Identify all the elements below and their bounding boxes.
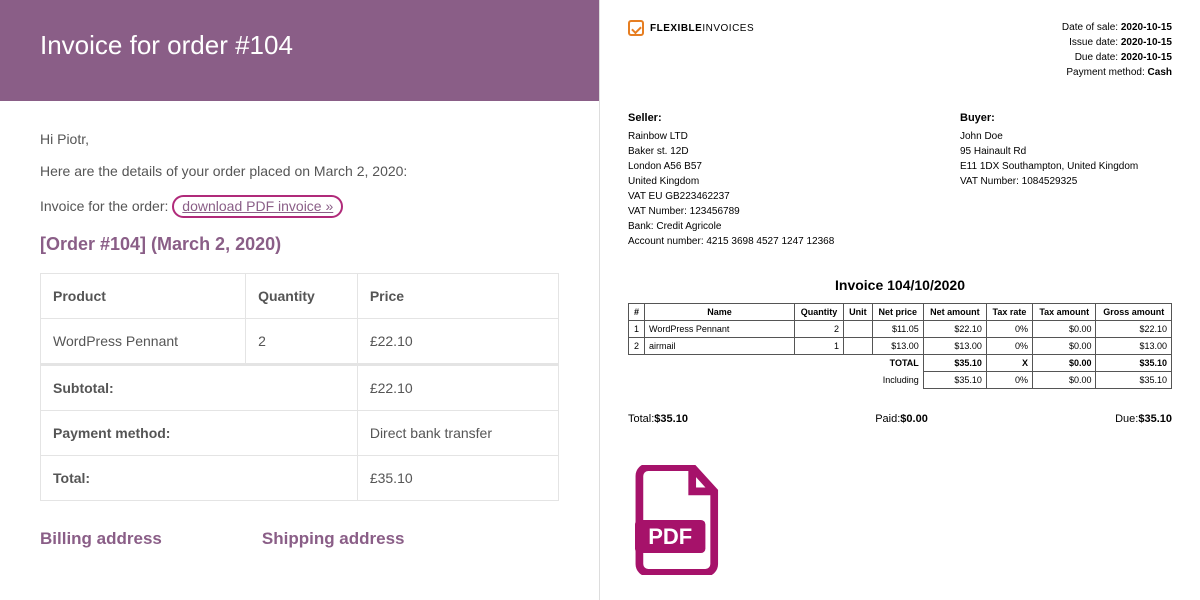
total-value: £35.10: [357, 456, 558, 501]
col-product: Product: [41, 274, 246, 319]
invoice-document: FLEXIBLEINVOICES Date of sale: 2020-10-1…: [600, 0, 1200, 600]
table-header-row: Product Quantity Price: [41, 274, 559, 319]
table-row: WordPress Pennant 2 £22.10: [41, 319, 559, 365]
greeting: Hi Piotr,: [40, 131, 559, 147]
summary-total: Total:$35.10: [628, 413, 688, 425]
parties: Seller: Rainbow LTD Baker st. 12D London…: [628, 110, 1172, 249]
invoice-for-label: Invoice for the order:: [40, 198, 168, 214]
summary-due: Due:$35.10: [1115, 413, 1172, 425]
cell-price: £22.10: [357, 319, 558, 365]
billing-heading: Billing address: [40, 529, 162, 549]
summary-paid: Paid:$0.00: [875, 413, 928, 425]
buyer-block: Buyer: John Doe 95 Hainault Rd E11 1DX S…: [960, 110, 1172, 249]
payment-value: Direct bank transfer: [357, 411, 558, 456]
email-header: Invoice for order #104: [0, 0, 599, 101]
address-headings: Billing address Shipping address: [40, 529, 559, 549]
seller-block: Seller: Rainbow LTD Baker st. 12D London…: [628, 110, 840, 249]
email-title: Invoice for order #104: [40, 30, 559, 61]
subtotal-value: £22.10: [357, 365, 558, 411]
intro-text: Here are the details of your order place…: [40, 163, 559, 179]
pdf-icon: PDF: [634, 465, 1172, 578]
logo: FLEXIBLEINVOICES: [628, 20, 754, 36]
email-preview: Invoice for order #104 Hi Piotr, Here ar…: [0, 0, 600, 600]
logo-check-icon: [628, 20, 644, 36]
email-body: Hi Piotr, Here are the details of your o…: [0, 101, 599, 569]
total-row: Total: £35.10: [41, 456, 559, 501]
svg-text:PDF: PDF: [648, 524, 692, 549]
col-price: Price: [357, 274, 558, 319]
logo-text: FLEXIBLEINVOICES: [650, 23, 754, 34]
invoice-title: Invoice 104/10/2020: [628, 277, 1172, 293]
download-line: Invoice for the order: download PDF invo…: [40, 195, 559, 218]
invoice-meta: Date of sale: 2020-10-15 Issue date: 202…: [1062, 20, 1172, 80]
cell-quantity: 2: [246, 319, 358, 365]
inv-including-row: Including $35.10 0% $0.00 $35.10: [629, 371, 1172, 388]
inv-total-row: TOTAL $35.10 X $0.00 $35.10: [629, 354, 1172, 371]
payment-row: Payment method: Direct bank transfer: [41, 411, 559, 456]
subtotal-row: Subtotal: £22.10: [41, 365, 559, 411]
inv-header-row: # Name Quantity Unit Net price Net amoun…: [629, 303, 1172, 320]
order-heading: [Order #104] (March 2, 2020): [40, 234, 559, 255]
total-label: Total:: [41, 456, 358, 501]
download-pdf-link[interactable]: download PDF invoice »: [172, 195, 343, 218]
invoice-summary: Total:$35.10 Paid:$0.00 Due:$35.10: [628, 413, 1172, 425]
inv-row: 2 airmail 1 $13.00 $13.00 0% $0.00 $13.0…: [629, 337, 1172, 354]
invoice-top: FLEXIBLEINVOICES Date of sale: 2020-10-1…: [628, 20, 1172, 80]
payment-label: Payment method:: [41, 411, 358, 456]
invoice-table: # Name Quantity Unit Net price Net amoun…: [628, 303, 1172, 389]
inv-row: 1 WordPress Pennant 2 $11.05 $22.10 0% $…: [629, 320, 1172, 337]
col-quantity: Quantity: [246, 274, 358, 319]
shipping-heading: Shipping address: [262, 529, 405, 549]
cell-product: WordPress Pennant: [41, 319, 246, 365]
subtotal-label: Subtotal:: [41, 365, 358, 411]
order-table: Product Quantity Price WordPress Pennant…: [40, 273, 559, 501]
